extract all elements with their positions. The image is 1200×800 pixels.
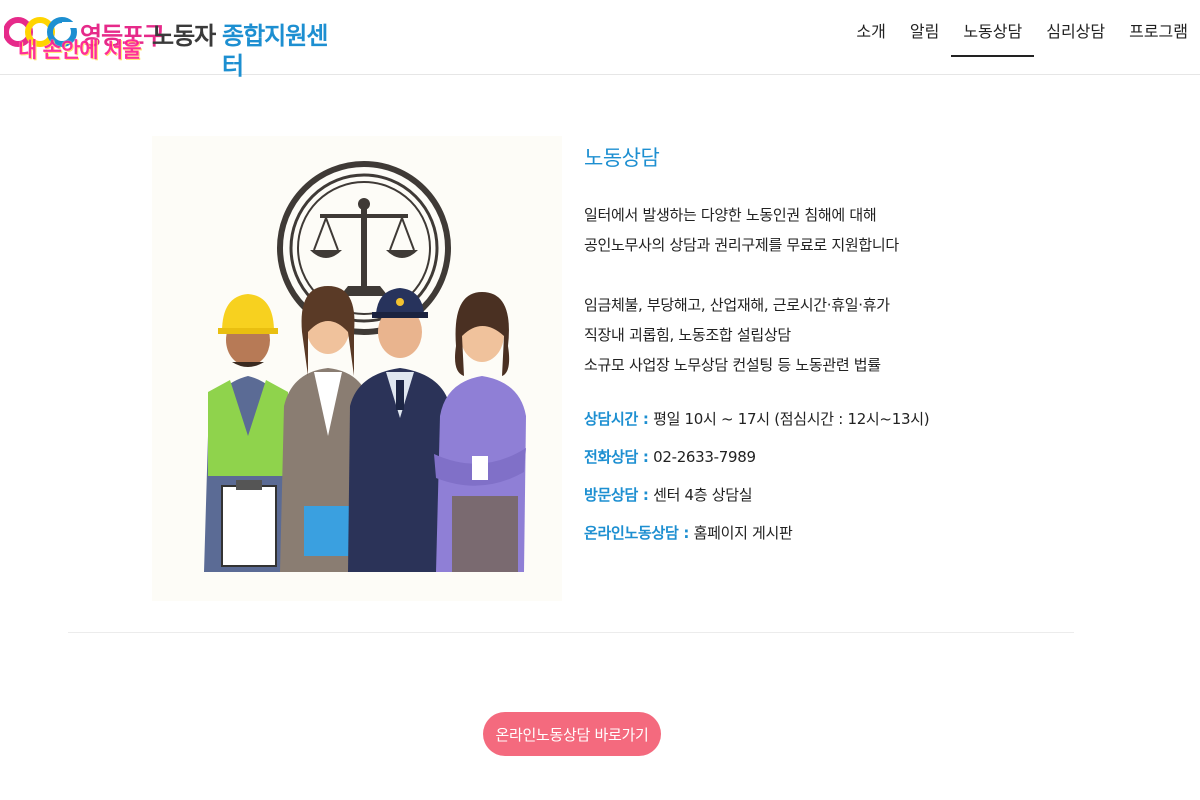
detail-value: 02-2633-7989: [648, 448, 756, 466]
nav-item-labor-counseling[interactable]: 노동상담: [951, 0, 1035, 75]
nav-item-program[interactable]: 프로그램: [1117, 0, 1200, 75]
nav-item-intro[interactable]: 소개: [844, 0, 897, 75]
section-divider: [68, 632, 1074, 633]
labor-counseling-info: 노동상담 일터에서 발생하는 다양한 노동인권 침해에 대해 공인노무사의 상담…: [584, 140, 1144, 552]
detail-online: 온라인노동상담 : 홈페이지 게시판: [584, 514, 1144, 552]
intro-line: 일터에서 발생하는 다양한 노동인권 침해에 대해: [584, 206, 877, 224]
intro-paragraph: 일터에서 발생하는 다양한 노동인권 침해에 대해 공인노무사의 상담과 권리구…: [584, 200, 1144, 260]
detail-hours: 상담시간 : 평일 10시 ~ 17시 (점심시간 : 12시~13시): [584, 400, 1144, 438]
site-header: 영등포구 노동자 종합지원센터 내 손안에 서울 소개 알림 노동상담 심리상담…: [0, 0, 1200, 80]
services-paragraph: 임금체불, 부당해고, 산업재해, 근로시간·휴일·휴가 직장내 괴롭힘, 노동…: [584, 290, 1144, 380]
main-nav: 소개 알림 노동상담 심리상담 프로그램: [844, 0, 1200, 75]
intro-line: 공인노무사의 상담과 권리구제를 무료로 지원합니다: [584, 236, 899, 254]
nav-item-psych-counseling[interactable]: 심리상담: [1034, 0, 1117, 75]
detail-visit: 방문상담 : 센터 4층 상담실: [584, 476, 1144, 514]
nav-item-notice[interactable]: 알림: [898, 0, 951, 75]
contact-details: 상담시간 : 평일 10시 ~ 17시 (점심시간 : 12시~13시) 전화상…: [584, 400, 1144, 552]
detail-value: 센터 4층 상담실: [648, 486, 753, 504]
workers-illustration-icon: [204, 161, 526, 572]
page-title: 노동상담: [584, 146, 660, 170]
detail-label: 상담시간 :: [584, 410, 649, 428]
labor-counseling-illustration: [152, 136, 562, 601]
service-line: 소규모 사업장 노무상담 컨설팅 등 노동관련 법률: [584, 356, 881, 374]
detail-value: 평일 10시 ~ 17시 (점심시간 : 12시~13시): [648, 410, 930, 428]
service-line: 직장내 괴롭힘, 노동조합 설립상담: [584, 326, 791, 344]
detail-label: 전화상담 :: [584, 448, 649, 466]
site-logo[interactable]: 영등포구 노동자 종합지원센터 내 손안에 서울: [4, 8, 344, 80]
logo-text-center: 종합지원센터: [222, 22, 328, 80]
service-line: 임금체불, 부당해고, 산업재해, 근로시간·휴일·휴가: [584, 296, 890, 314]
online-counseling-button[interactable]: 온라인노동상담 바로가기: [483, 712, 661, 756]
detail-label: 방문상담 :: [584, 486, 649, 504]
detail-label: 온라인노동상담 :: [584, 524, 690, 542]
logo-slogan: 내 손안에 서울: [18, 38, 142, 62]
logo-text-labor: 노동자: [152, 22, 216, 50]
detail-phone: 전화상담 : 02-2633-7989: [584, 438, 1144, 476]
detail-value: 홈페이지 게시판: [689, 524, 793, 542]
